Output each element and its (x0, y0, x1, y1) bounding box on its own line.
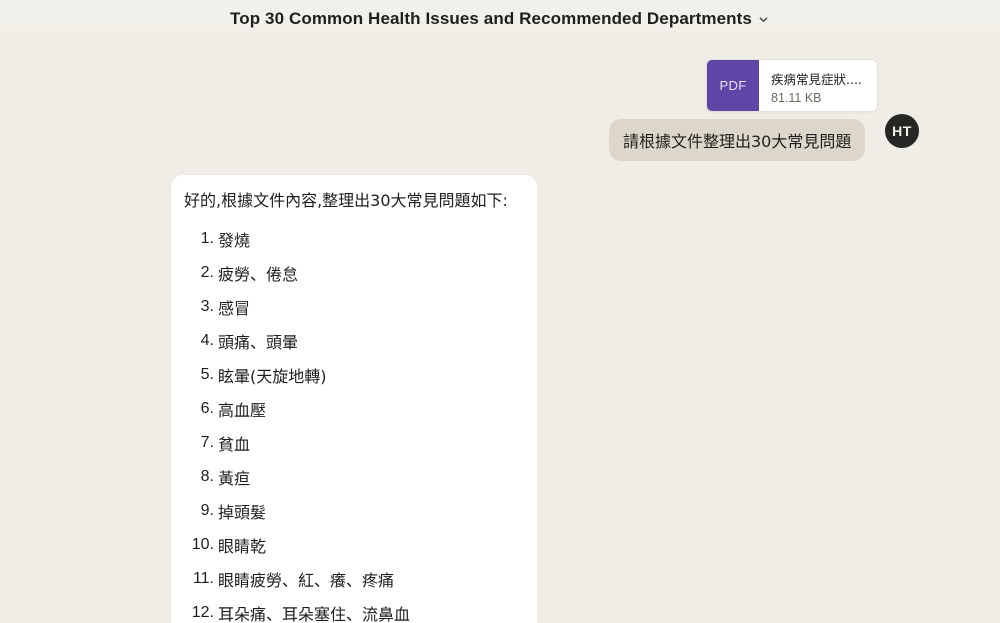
list-item-number: 8. (200, 468, 214, 485)
list-item: 7. 貧血 (171, 426, 410, 460)
list-item-text: 黃疸 (218, 469, 251, 488)
list-item-number: 7. (200, 434, 214, 451)
list-item-number: 12. (191, 604, 214, 621)
list-item-number: 11. (192, 570, 214, 587)
list-item-text: 眼睛疲勞、紅、癢、疼痛 (218, 571, 395, 590)
conversation-title-dropdown[interactable]: Top 30 Common Health Issues and Recommen… (230, 9, 770, 29)
list-item: 5. 眩暈(天旋地轉) (171, 358, 410, 392)
list-item-number: 2. (200, 264, 214, 281)
attachment-info: 疾病常見症狀.... 81.11 KB (759, 60, 862, 111)
list-item-text: 眼睛乾 (218, 537, 267, 556)
list-item: 11. 眼睛疲勞、紅、癢、疼痛 (171, 562, 410, 596)
list-item-number: 6. (200, 400, 214, 417)
list-item-text: 疲勞、倦怠 (218, 265, 299, 284)
list-item: 9. 掉頭髮 (171, 494, 410, 528)
list-item-number: 3. (200, 298, 214, 315)
list-item-text: 掉頭髮 (218, 503, 267, 522)
attachment-file-size: 81.11 KB (771, 91, 822, 105)
list-item-text: 感冒 (218, 299, 251, 318)
chevron-down-icon (758, 13, 770, 25)
pdf-attachment-card[interactable]: PDF 疾病常見症狀.... 81.11 KB (706, 59, 878, 112)
list-item: 2. 疲勞、倦怠 (171, 256, 410, 290)
list-item: 1. 發燒 (171, 222, 410, 256)
list-item-number: 1. (200, 230, 214, 247)
list-item-text: 高血壓 (218, 401, 267, 420)
attachment-file-name: 疾病常見症狀.... (771, 72, 862, 87)
list-item: 12. 耳朵痛、耳朵塞住、流鼻血 (171, 596, 410, 623)
assistant-message: 好的,根據文件內容,整理出30大常見問題如下: 1. 發燒 2. 疲勞、倦怠 3. 感… (171, 175, 537, 623)
list-item-number: 9. (200, 502, 214, 519)
chat-page: Top 30 Common Health Issues and Recommen… (0, 0, 1000, 623)
list-item-number: 5. (200, 366, 214, 383)
list-item: 6. 高血壓 (171, 392, 410, 426)
list-item-number: 10. (191, 536, 214, 553)
list-item-text: 眩暈(天旋地轉) (218, 367, 327, 386)
list-item-text: 頭痛、頭暈 (218, 333, 299, 352)
list-item: 3. 感冒 (171, 290, 410, 324)
list-item: 4. 頭痛、頭暈 (171, 324, 410, 358)
conversation-title: Top 30 Common Health Issues and Recommen… (230, 9, 752, 28)
chat-header: Top 30 Common Health Issues and Recommen… (0, 0, 1000, 38)
list-item: 10. 眼睛乾 (171, 528, 410, 562)
assistant-intro-text: 好的,根據文件內容,整理出30大常見問題如下: (184, 191, 508, 210)
user-avatar[interactable]: HT (885, 114, 919, 148)
list-item-text: 貧血 (218, 435, 251, 454)
user-message-bubble: 請根據文件整理出30大常見問題 (609, 119, 866, 161)
list-item-text: 耳朵痛、耳朵塞住、流鼻血 (218, 605, 411, 623)
issues-list: 1. 發燒 2. 疲勞、倦怠 3. 感冒 4. 頭痛、頭暈 5. 眩暈(天旋地轉) 6. 高… (171, 222, 410, 623)
list-item-number: 4. (200, 332, 214, 349)
list-item: 8. 黃疸 (171, 460, 410, 494)
list-item-text: 發燒 (218, 231, 251, 250)
pdf-file-icon: PDF (707, 60, 759, 111)
